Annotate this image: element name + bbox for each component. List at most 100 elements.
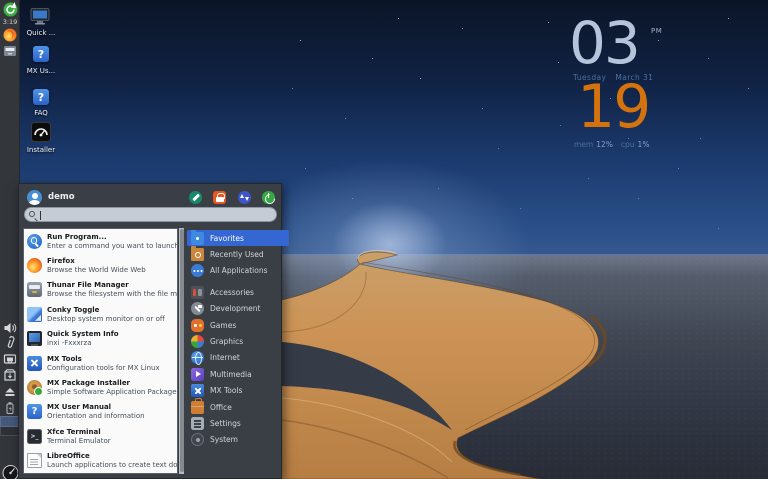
firefox-launcher[interactable] bbox=[3, 27, 17, 41]
internet-globe-icon bbox=[191, 351, 204, 364]
app-title: Conky Toggle bbox=[47, 306, 165, 315]
settings-sliders-icon bbox=[191, 417, 204, 430]
category-label: Office bbox=[210, 403, 232, 412]
file-manager-icon bbox=[27, 282, 42, 297]
system-info-icon bbox=[27, 331, 42, 346]
file-manager-launcher[interactable] bbox=[3, 43, 17, 57]
mx-logo-icon bbox=[3, 2, 18, 17]
system-gear-icon bbox=[191, 433, 204, 446]
app-desc: Browse the filesystem with the file ma..… bbox=[47, 290, 177, 298]
app-item-conky-toggle[interactable]: Conky ToggleDesktop system monitor on or… bbox=[24, 302, 177, 326]
package-icon bbox=[3, 368, 17, 382]
clipboard-tray-icon[interactable] bbox=[3, 335, 17, 349]
category-list: Favorites Recently Used All Applications… bbox=[187, 230, 289, 448]
scrollbar-thumb[interactable] bbox=[180, 229, 184, 472]
category-favorites[interactable]: Favorites bbox=[187, 230, 289, 246]
menu-launcher-button[interactable] bbox=[3, 2, 18, 17]
category-office[interactable]: Office bbox=[187, 399, 289, 415]
app-item-mx-package-installer[interactable]: MX Package InstallerSimple Software Appl… bbox=[24, 375, 177, 399]
desktop-icon-installer[interactable] bbox=[31, 122, 51, 146]
installer-tray-icon[interactable] bbox=[2, 464, 19, 479]
app-item-mx-tools[interactable]: MX ToolsConfiguration tools for MX Linux bbox=[24, 351, 177, 375]
eject-tray-icon[interactable] bbox=[3, 384, 17, 398]
category-label: Favorites bbox=[210, 234, 244, 243]
battery-tray-icon[interactable] bbox=[3, 400, 17, 414]
category-label: System bbox=[210, 435, 238, 444]
question-mark-icon: ? bbox=[33, 46, 49, 62]
category-development[interactable]: Development bbox=[187, 301, 289, 317]
app-item-thunar[interactable]: Thunar File ManagerBrowse the filesystem… bbox=[24, 278, 177, 302]
category-accessories[interactable]: Accessories bbox=[187, 284, 289, 300]
app-title: MX Package Installer bbox=[47, 379, 177, 388]
app-title: MX Tools bbox=[47, 355, 160, 364]
category-label: Settings bbox=[210, 419, 241, 428]
app-desc: inxi -Fxxxrza bbox=[47, 339, 119, 347]
app-desc: Configuration tools for MX Linux bbox=[47, 364, 160, 372]
logout-button[interactable] bbox=[262, 191, 275, 204]
app-desc: Simple Software Application Package I... bbox=[47, 388, 177, 396]
app-list-scrollbar[interactable] bbox=[179, 228, 184, 474]
category-label: Graphics bbox=[210, 337, 243, 346]
question-mark-icon: ? bbox=[33, 89, 49, 105]
switch-user-button[interactable] bbox=[238, 191, 251, 204]
conky-icon bbox=[27, 307, 42, 322]
workspace-2[interactable] bbox=[0, 427, 20, 436]
conky-stats: mem12%cpu1% bbox=[574, 140, 649, 149]
search-input[interactable] bbox=[41, 209, 271, 220]
mx-tools-icon bbox=[191, 384, 204, 397]
app-item-xfce-terminal[interactable]: >_ Xfce TerminalTerminal Emulator bbox=[24, 424, 177, 448]
category-internet[interactable]: Internet bbox=[187, 350, 289, 366]
app-item-quick-system-info[interactable]: Quick System Infoinxi -Fxxxrza bbox=[24, 327, 177, 351]
desktop-icon-faq[interactable]: ? bbox=[33, 89, 49, 105]
category-mx-tools[interactable]: MX Tools bbox=[187, 383, 289, 399]
category-recently-used[interactable]: Recently Used bbox=[187, 246, 289, 262]
lock-screen-button[interactable] bbox=[213, 191, 226, 204]
workspace-1-active[interactable] bbox=[0, 416, 20, 427]
app-item-libreoffice[interactable]: LibreOfficeLaunch applications to create… bbox=[24, 449, 177, 473]
desktop-icon-quick-system-info[interactable] bbox=[30, 8, 50, 29]
category-label: Accessories bbox=[210, 288, 254, 297]
app-desc: Enter a command you want to launch bbox=[47, 242, 177, 250]
category-label: All Applications bbox=[210, 266, 268, 275]
all-apps-icon bbox=[191, 264, 204, 277]
app-item-mx-user-manual[interactable]: ? MX User ManualOrientation and informat… bbox=[24, 400, 177, 424]
app-desc: Orientation and information bbox=[47, 412, 145, 420]
app-title: Thunar File Manager bbox=[47, 281, 177, 290]
firefox-icon bbox=[3, 28, 17, 42]
app-item-run-program[interactable]: Run Program...Enter a command you want t… bbox=[24, 229, 177, 253]
ethernet-icon bbox=[3, 352, 17, 366]
package-installer-icon bbox=[27, 380, 42, 395]
user-manual-icon: ? bbox=[27, 404, 42, 419]
panel-clock[interactable]: 3:19 bbox=[0, 18, 20, 26]
app-desc: Terminal Emulator bbox=[47, 437, 111, 445]
graphics-icon bbox=[191, 335, 204, 348]
app-list: Run Program...Enter a command you want t… bbox=[23, 228, 178, 474]
category-graphics[interactable]: Graphics bbox=[187, 333, 289, 349]
category-label: Recently Used bbox=[210, 250, 264, 259]
search-box[interactable] bbox=[24, 207, 277, 222]
conky-mem-value: 12% bbox=[596, 140, 613, 149]
question-glyph: ? bbox=[38, 48, 44, 61]
category-settings[interactable]: Settings bbox=[187, 415, 289, 431]
question-glyph: ? bbox=[32, 406, 38, 417]
category-label: MX Tools bbox=[210, 386, 242, 395]
user-avatar bbox=[27, 190, 42, 205]
speaker-icon bbox=[3, 321, 17, 335]
conky-minute: 19 bbox=[577, 77, 649, 137]
category-system[interactable]: System bbox=[187, 432, 289, 448]
app-title: MX User Manual bbox=[47, 403, 145, 412]
category-multimedia[interactable]: Multimedia bbox=[187, 366, 289, 382]
updates-tray-icon[interactable] bbox=[3, 367, 17, 381]
libreoffice-icon bbox=[27, 453, 42, 468]
app-item-firefox[interactable]: FirefoxBrowse the World Wide Web bbox=[24, 253, 177, 277]
workspace-switcher[interactable] bbox=[0, 416, 20, 436]
search-icon bbox=[29, 211, 35, 217]
multimedia-icon bbox=[191, 368, 204, 381]
desktop-icon-mx-users[interactable]: ? bbox=[33, 46, 49, 62]
network-tray-icon[interactable] bbox=[3, 351, 17, 365]
settings-manager-button[interactable] bbox=[189, 191, 202, 204]
category-all-applications[interactable]: All Applications bbox=[187, 263, 289, 279]
volume-tray-icon[interactable] bbox=[3, 320, 17, 334]
battery-icon bbox=[3, 401, 17, 415]
category-games[interactable]: Games bbox=[187, 317, 289, 333]
